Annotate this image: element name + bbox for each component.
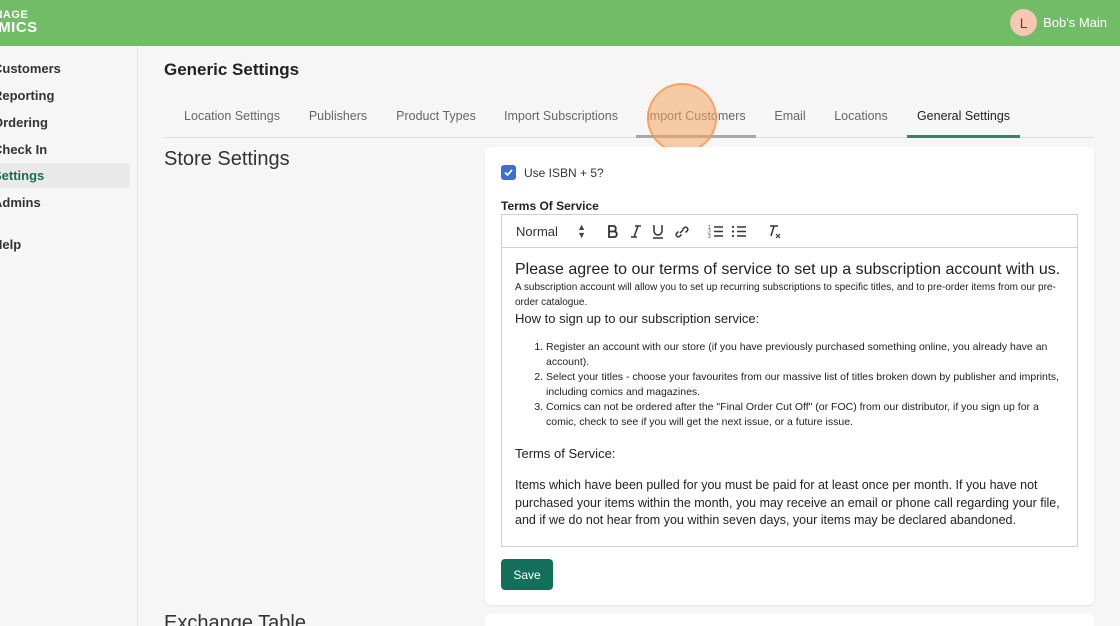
- isbn-checkbox-row[interactable]: Use ISBN + 5?: [501, 165, 604, 180]
- sidebar-item-label: Settings: [0, 168, 45, 183]
- checkmark-icon: [504, 169, 513, 177]
- sidebar-item-label: Ordering: [0, 115, 48, 130]
- store-settings-title: Store Settings: [164, 148, 290, 170]
- select-arrows-icon: ▲ ▼: [577, 222, 586, 240]
- list-item: Register an account with our store (if y…: [546, 340, 1071, 370]
- underline-icon[interactable]: [651, 223, 665, 240]
- page-title: Generic Settings: [164, 60, 300, 79]
- clear-format-icon[interactable]: [766, 223, 782, 240]
- sidebar-item-label: Customers: [0, 61, 61, 76]
- sidebar-item-reporting[interactable]: Reporting: [0, 83, 130, 108]
- tos-heading: Please agree to our terms of service to …: [515, 261, 1061, 278]
- tab-location-settings[interactable]: Location Settings: [164, 100, 300, 138]
- ordered-list-icon[interactable]: 123: [708, 223, 724, 240]
- bold-icon[interactable]: [606, 223, 620, 240]
- svg-text:3: 3: [708, 234, 711, 240]
- sidebar-item-check-in[interactable]: Check In: [0, 137, 130, 162]
- store-settings-card: Use ISBN + 5? Terms Of Service Normal ▲ ▼…: [485, 147, 1094, 605]
- signup-steps-list: Register an account with our store (if y…: [515, 340, 1071, 430]
- sidebar-item-label: Admins: [0, 195, 41, 210]
- list-item: Select your titles - choose your favouri…: [546, 370, 1071, 400]
- tos-intro: A subscription account will allow you to…: [515, 282, 1056, 308]
- tab-import-customers[interactable]: Import Customers: [636, 100, 756, 138]
- bullet-list-icon[interactable]: [731, 223, 747, 240]
- sidebar-item-label: Reporting: [0, 88, 55, 103]
- tab-email[interactable]: Email: [764, 100, 816, 138]
- sidebar-item-ordering[interactable]: Ordering: [0, 110, 130, 135]
- format-select[interactable]: Normal ▲ ▼: [516, 223, 586, 240]
- sidebar-item-customers[interactable]: Customers: [0, 56, 130, 81]
- sidebar: Customers Reporting Ordering Check In Se…: [0, 46, 138, 626]
- tab-locations[interactable]: Locations: [824, 100, 898, 138]
- sidebar-item-settings[interactable]: Settings: [0, 163, 130, 188]
- sidebar-item-label: Check In: [0, 142, 48, 157]
- avatar[interactable]: L: [1010, 9, 1038, 36]
- tos-editor: Normal ▲ ▼ 123 Please agree to our terms…: [501, 214, 1078, 547]
- isbn-checkbox-label: Use ISBN + 5?: [524, 165, 604, 180]
- list-item: Comics can not be ordered after the "Fin…: [546, 400, 1071, 430]
- user-name[interactable]: Bob's Main: [1043, 15, 1107, 30]
- tab-publishers[interactable]: Publishers: [300, 100, 376, 138]
- editor-content[interactable]: Please agree to our terms of service to …: [515, 261, 1071, 530]
- sidebar-item-admins[interactable]: Admins: [0, 190, 130, 215]
- sidebar-item-help[interactable]: Help: [0, 232, 130, 257]
- format-select-value: Normal: [516, 224, 558, 239]
- isbn-checkbox[interactable]: [501, 165, 516, 180]
- exchange-table-card: [485, 614, 1094, 626]
- tos-label: Terms Of Service: [501, 199, 599, 213]
- tab-product-types[interactable]: Product Types: [386, 100, 486, 138]
- settings-tabs: Location Settings Publishers Product Typ…: [164, 100, 1094, 138]
- tab-import-subscriptions[interactable]: Import Subscriptions: [494, 100, 628, 138]
- exchange-table-title: Exchange Table: [164, 612, 306, 626]
- tos-how-to: How to sign up to our subscription servi…: [515, 311, 760, 326]
- link-icon[interactable]: [673, 223, 689, 240]
- tos-paragraph: Items which have been pulled for you mus…: [515, 478, 1060, 527]
- sidebar-item-label: Help: [0, 237, 22, 252]
- app-logo[interactable]: ANAGE OMICS: [0, 10, 46, 36]
- save-button[interactable]: Save: [501, 559, 553, 590]
- top-bar: ANAGE OMICS L Bob's Main: [0, 0, 1120, 46]
- italic-icon[interactable]: [629, 223, 643, 240]
- logo-line-2: OMICS: [0, 19, 38, 36]
- editor-toolbar: Normal ▲ ▼ 123: [502, 215, 1077, 248]
- user-menu[interactable]: L Bob's Main: [1010, 9, 1107, 36]
- tos-subheading: Terms of Service:: [515, 446, 616, 461]
- tab-general-settings[interactable]: General Settings: [907, 100, 1020, 138]
